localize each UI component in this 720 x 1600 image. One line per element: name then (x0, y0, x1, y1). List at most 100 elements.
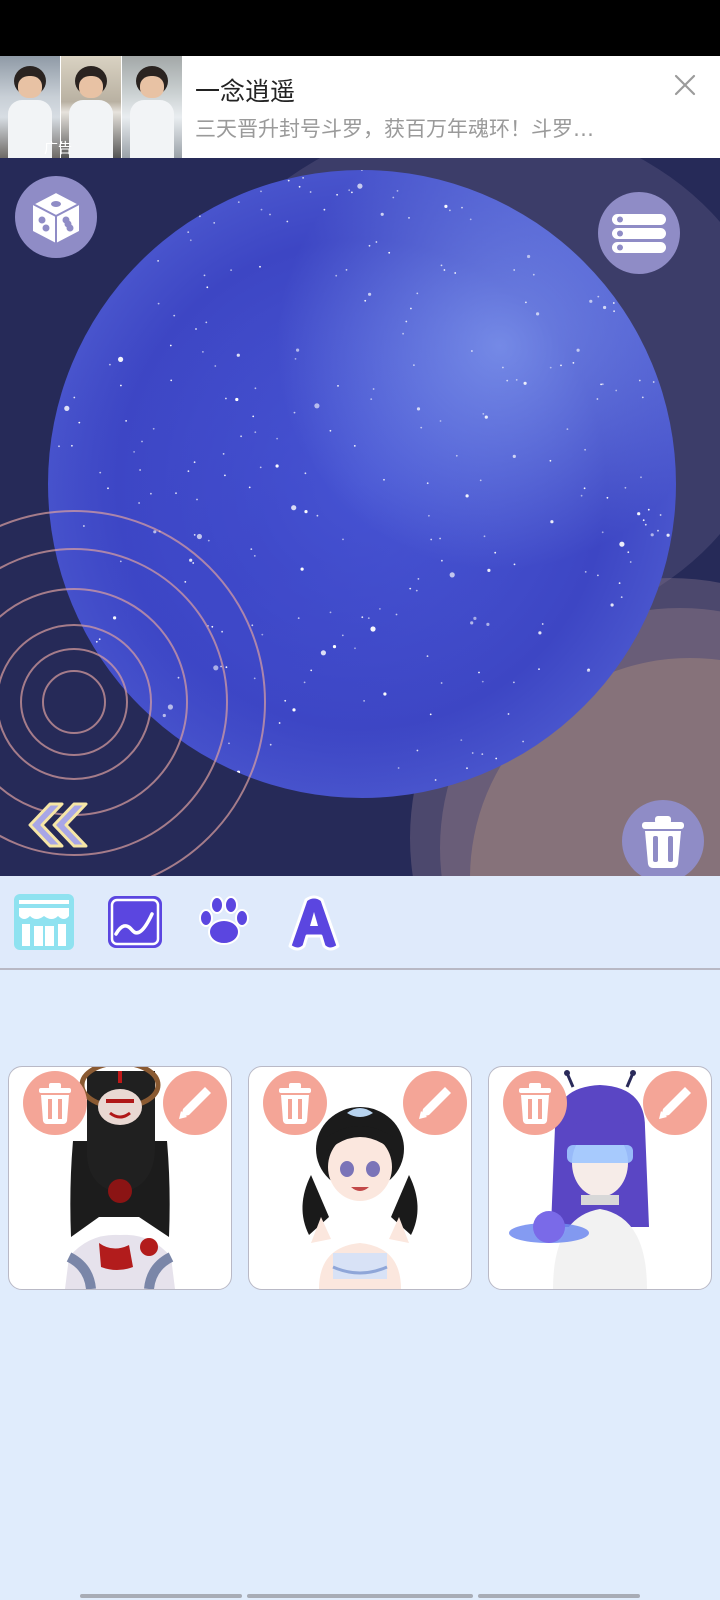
star (335, 274, 338, 277)
star (206, 286, 209, 289)
star (368, 244, 371, 247)
star (336, 193, 338, 196)
star (375, 241, 378, 243)
pencil-icon (419, 1087, 451, 1119)
star (618, 582, 621, 584)
star (483, 535, 486, 538)
tab-pets[interactable] (190, 890, 258, 954)
delete-button[interactable] (622, 800, 704, 876)
star (402, 332, 404, 335)
star (235, 397, 239, 402)
nav-handle[interactable] (247, 1594, 473, 1598)
saved-character-card[interactable] (8, 1066, 232, 1290)
star (397, 767, 400, 769)
ad-banner[interactable]: 广告 一念逍遥 三天晋升封号斗罗，获百万年魂环！斗罗… (0, 56, 720, 158)
menu-list-button[interactable] (598, 192, 680, 274)
editor-canvas[interactable] (0, 158, 720, 876)
star (417, 578, 420, 580)
star (507, 713, 510, 715)
star (396, 190, 399, 192)
star (640, 476, 642, 479)
star (413, 364, 415, 366)
nav-handle[interactable] (80, 1594, 242, 1598)
star (133, 451, 135, 453)
delete-character-button[interactable] (23, 1071, 87, 1135)
edit-character-button[interactable] (403, 1071, 467, 1135)
saved-character-card[interactable] (488, 1066, 712, 1290)
star (296, 348, 300, 352)
tab-store[interactable] (10, 890, 78, 954)
edit-character-button[interactable] (163, 1071, 227, 1135)
star (203, 274, 206, 277)
delete-character-button[interactable] (503, 1071, 567, 1135)
star (439, 537, 441, 540)
star (120, 384, 122, 387)
ad-image[interactable]: 广告 (0, 56, 182, 158)
star (196, 533, 202, 540)
star (138, 502, 140, 504)
trash-icon (279, 1083, 311, 1124)
star (383, 478, 385, 481)
edit-character-button[interactable] (643, 1071, 707, 1135)
star (522, 740, 524, 743)
star (395, 613, 398, 616)
star (600, 383, 602, 386)
star (286, 220, 289, 223)
star (513, 269, 516, 271)
list-menu-icon (612, 214, 666, 253)
star (230, 269, 233, 271)
tab-text[interactable] (280, 890, 348, 954)
star (415, 589, 418, 592)
collapse-back-button[interactable] (22, 798, 92, 852)
star (642, 519, 645, 522)
star (248, 486, 251, 489)
delete-character-button[interactable] (263, 1071, 327, 1135)
star (536, 312, 540, 316)
star (278, 722, 281, 724)
star (597, 574, 599, 577)
star (139, 469, 141, 471)
star (466, 767, 468, 770)
star (193, 534, 196, 536)
star (298, 185, 301, 188)
star (484, 415, 488, 419)
random-dice-button[interactable] (15, 176, 97, 258)
star (152, 427, 155, 430)
tool-bar (0, 876, 720, 970)
star (237, 201, 240, 203)
star (580, 494, 583, 497)
saved-character-card[interactable] (248, 1066, 472, 1290)
star (240, 435, 243, 438)
star (259, 265, 261, 268)
close-icon[interactable] (670, 70, 700, 100)
star (430, 538, 433, 541)
star (650, 533, 654, 537)
star (269, 743, 272, 746)
star (627, 551, 630, 554)
star (410, 307, 412, 310)
trash-icon (642, 816, 684, 868)
star (473, 616, 477, 620)
nav-handle[interactable] (478, 1594, 640, 1598)
star (513, 563, 516, 566)
star (157, 260, 159, 262)
star (487, 568, 491, 572)
star (297, 617, 300, 619)
star (272, 173, 275, 176)
star (465, 494, 469, 498)
ad-title[interactable]: 一念逍遥 (195, 72, 295, 108)
star (260, 190, 262, 193)
ad-description[interactable]: 三天晋升封号斗罗，获百万年魂环！斗罗… (195, 113, 655, 143)
star (361, 170, 363, 171)
star (254, 387, 257, 390)
tab-background[interactable] (102, 890, 170, 954)
star (125, 420, 127, 422)
star (224, 474, 226, 477)
dice-icon (30, 190, 82, 243)
star (455, 454, 458, 457)
star (191, 174, 194, 176)
star (199, 215, 201, 218)
star (348, 189, 351, 192)
star (250, 548, 253, 550)
star (303, 681, 306, 684)
